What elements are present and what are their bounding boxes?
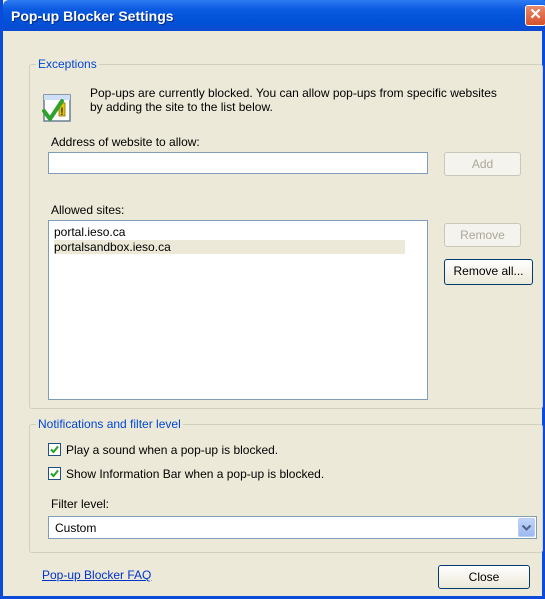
svg-text:!: !: [60, 106, 64, 118]
list-item[interactable]: portalsandbox.ieso.ca: [54, 240, 405, 254]
close-button[interactable]: Close: [438, 565, 530, 589]
allowed-list-icon: !: [42, 94, 71, 122]
title-bar[interactable]: Pop-up Blocker Settings ✕: [3, 0, 545, 31]
add-button[interactable]: Add: [444, 152, 521, 176]
filter-level-value: Custom: [55, 521, 97, 535]
notifications-group: Notifications and filter level Play a so…: [29, 417, 543, 553]
check-icon: [50, 469, 59, 478]
notifications-legend: Notifications and filter level: [36, 417, 183, 431]
info-bar-label[interactable]: Show Information Bar when a pop-up is bl…: [66, 467, 324, 481]
window-title: Pop-up Blocker Settings: [11, 8, 174, 24]
allowed-sites-list[interactable]: portal.ieso.ca portalsandbox.ieso.ca: [48, 220, 428, 400]
popup-blocker-settings-window: Pop-up Blocker Settings ✕ Exceptions ! P…: [0, 0, 545, 599]
close-window-button[interactable]: ✕: [525, 5, 545, 26]
exceptions-group: Exceptions ! Pop-ups are currently block…: [29, 57, 543, 409]
exceptions-legend: Exceptions: [36, 57, 99, 71]
close-icon: ✕: [529, 6, 542, 23]
exceptions-info-text: Pop-ups are currently blocked. You can a…: [90, 86, 497, 114]
filter-level-dropdown[interactable]: Custom: [48, 516, 537, 539]
allowed-sites-label: Allowed sites:: [51, 203, 125, 217]
popup-blocker-faq-link[interactable]: Pop-up Blocker FAQ: [42, 568, 151, 582]
address-label: Address of website to allow:: [51, 135, 200, 149]
play-sound-checkbox[interactable]: [48, 443, 61, 456]
info-bar-checkbox[interactable]: [48, 467, 61, 480]
check-icon: [50, 445, 59, 454]
dropdown-arrow[interactable]: [518, 518, 535, 537]
play-sound-label[interactable]: Play a sound when a pop-up is blocked.: [66, 443, 278, 457]
filter-level-label: Filter level:: [51, 497, 110, 511]
remove-all-button[interactable]: Remove all...: [444, 259, 533, 285]
remove-button[interactable]: Remove: [444, 223, 521, 247]
address-input[interactable]: [48, 152, 428, 174]
list-item[interactable]: portal.ieso.ca: [54, 225, 125, 239]
chevron-down-icon: [521, 524, 532, 531]
